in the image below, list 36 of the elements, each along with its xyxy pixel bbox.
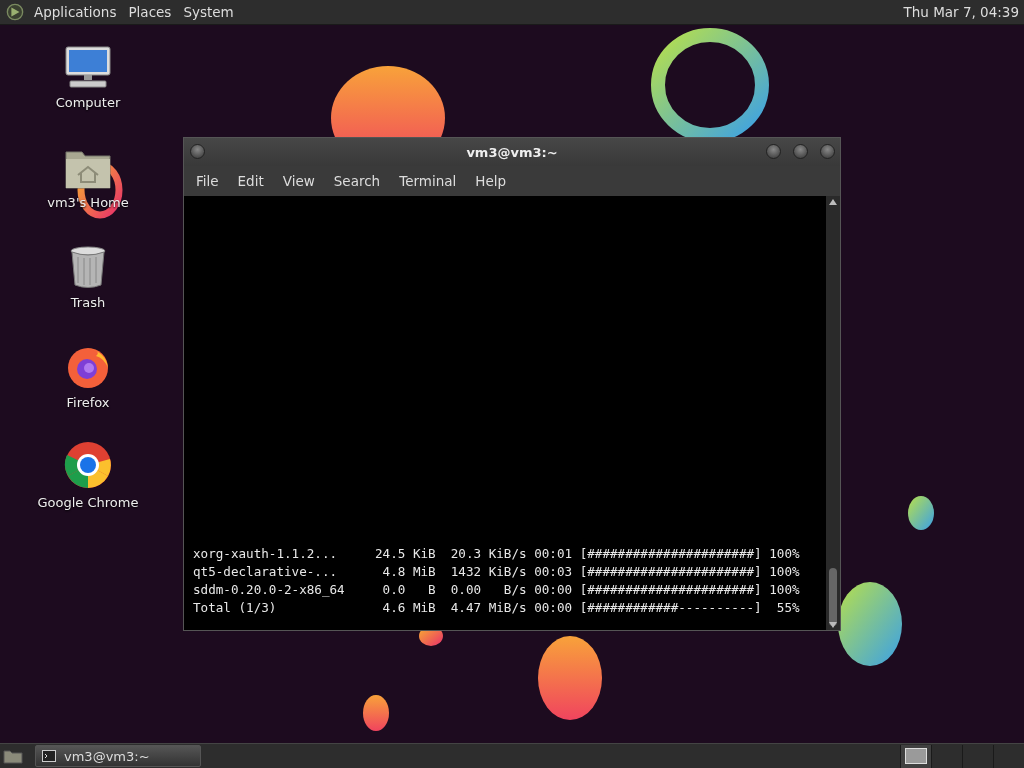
scrollbar-thumb[interactable] [829,568,837,626]
terminal-line: sddm-0.20.0-2-x86_64 0.0 B 0.00 B/s 00:00 [######################] 100% [193,581,801,599]
desktop-icon-label[interactable]: Google Chrome [37,495,139,510]
menu-item[interactable]: View [274,173,323,189]
panel-menu[interactable]: Applications [32,4,125,20]
fox-globe-icon[interactable] [65,345,111,389]
panel-menu[interactable]: Places [126,4,180,20]
monitor-icon[interactable] [64,45,112,89]
window-menu-button[interactable] [190,144,205,159]
scroll-down-arrow-icon[interactable] [829,622,837,628]
desktop-icon-label[interactable]: Firefox [66,395,110,410]
distro-logo-icon[interactable] [6,3,24,21]
terminal-icon [42,750,56,762]
panel-menu[interactable]: System [181,4,242,20]
terminal-line: qt5-declarative-... 4.8 MiB 1432 KiB/s 00:03 [######################] 100% [193,563,801,581]
browser-logo-icon[interactable] [64,445,112,489]
workspace-switcher-cell[interactable] [900,744,931,768]
maximize-button[interactable] [793,144,808,159]
close-button[interactable] [820,144,835,159]
minimize-button[interactable] [766,144,781,159]
trash-can-icon[interactable] [68,245,108,289]
window-title: vm3@vm3:~ [466,144,558,160]
desktop-icon-label[interactable]: Computer [55,95,121,110]
folder-icon[interactable] [3,748,23,764]
menu-item[interactable]: Edit [229,173,272,189]
menu-item[interactable]: File [188,173,227,189]
menu-item[interactable]: Terminal [391,173,465,189]
terminal-line: xorg-xauth-1.1.2... 24.5 KiB 20.3 KiB/s 00:01 [######################] 100% [193,545,801,563]
menu-item[interactable]: Search [325,173,389,189]
scroll-up-arrow-icon[interactable] [829,199,837,205]
taskbar-button[interactable]: vm3@vm3:~ [35,745,201,767]
terminal-line: Total (1/3) 4.6 MiB 4.47 MiB/s 00:00 [############----------] 55% [193,599,801,617]
scrollbar[interactable] [826,196,840,630]
desktop-icon-label[interactable]: Trash [70,295,106,310]
clock[interactable]: Thu Mar 7, 04:39 [903,4,1019,20]
menu-item[interactable]: Help [467,173,515,189]
